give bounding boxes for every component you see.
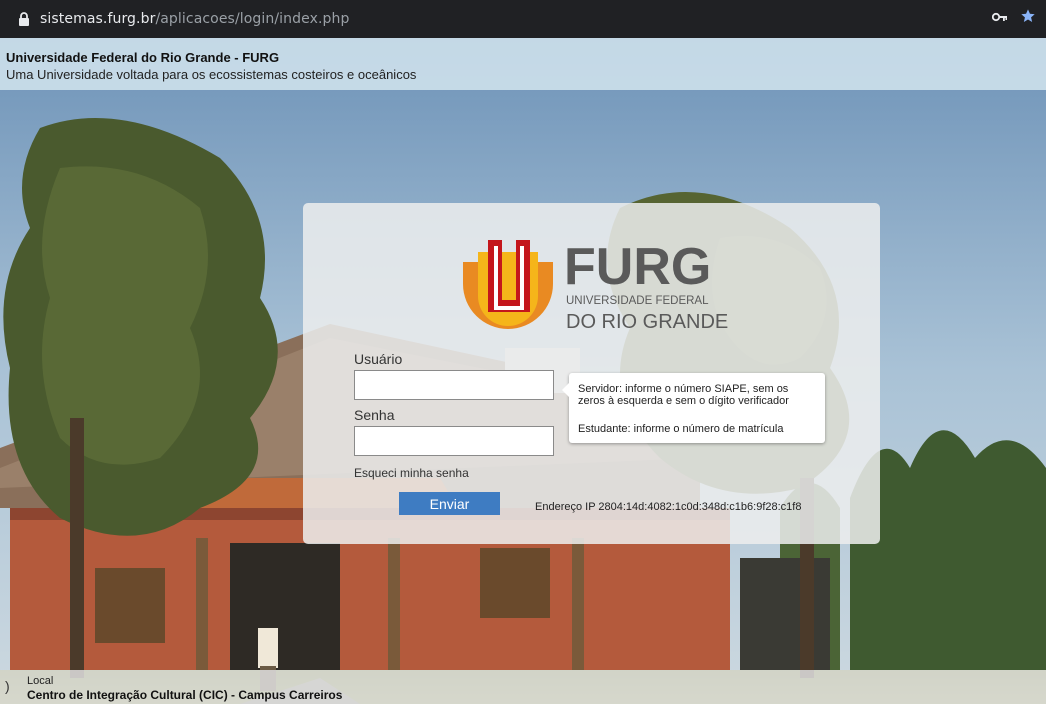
tooltip-student-text: Estudante: informe o número de matrícula — [578, 423, 784, 435]
logo-name: FURG — [564, 238, 711, 296]
forgot-password-link[interactable]: Esqueci minha senha — [354, 466, 469, 480]
lock-icon[interactable] — [14, 9, 34, 29]
username-help-tooltip: Servidor: informe o número SIAPE, sem os… — [562, 373, 825, 443]
footer-label: Local — [27, 675, 54, 687]
username-label: Usuário — [354, 351, 403, 367]
username-input[interactable] — [354, 370, 554, 400]
site-header: Universidade Federal do Rio Grande - FUR… — [0, 38, 1046, 90]
tooltip-server-text: Servidor: informe o número SIAPE, sem os… — [578, 383, 789, 407]
password-input[interactable] — [354, 426, 554, 456]
bookmark-star-icon[interactable] — [1020, 8, 1036, 28]
location-footer: ) Local Centro de Integração Cultural (C… — [0, 670, 1046, 704]
key-icon[interactable] — [991, 10, 1008, 26]
browser-address-bar[interactable]: sistemas.furg.br/aplicacoes/login/index.… — [0, 0, 1046, 38]
furg-logo: FURG UNIVERSIDADE FEDERAL DO RIO GRANDE — [460, 234, 730, 334]
submit-button[interactable]: Enviar — [399, 492, 500, 515]
chevron-icon[interactable]: ) — [5, 678, 10, 694]
site-subtitle: Uma Universidade voltada para os ecossis… — [6, 67, 417, 82]
logo-line2: DO RIO GRANDE — [566, 311, 728, 333]
site-title: Universidade Federal do Rio Grande - FUR… — [6, 50, 280, 65]
password-label: Senha — [354, 407, 395, 423]
url-path: /aplicacoes/login/index.php — [155, 11, 350, 27]
url-domain: sistemas.furg.br — [40, 11, 156, 27]
url-text[interactable]: sistemas.furg.br/aplicacoes/login/index.… — [40, 11, 349, 27]
ip-address-text: Endereço IP 2804:14d:4082:1c0d:348d:c1b6… — [535, 501, 802, 513]
footer-location: Centro de Integração Cultural (CIC) - Ca… — [27, 688, 343, 702]
logo-line1: UNIVERSIDADE FEDERAL — [566, 295, 709, 307]
